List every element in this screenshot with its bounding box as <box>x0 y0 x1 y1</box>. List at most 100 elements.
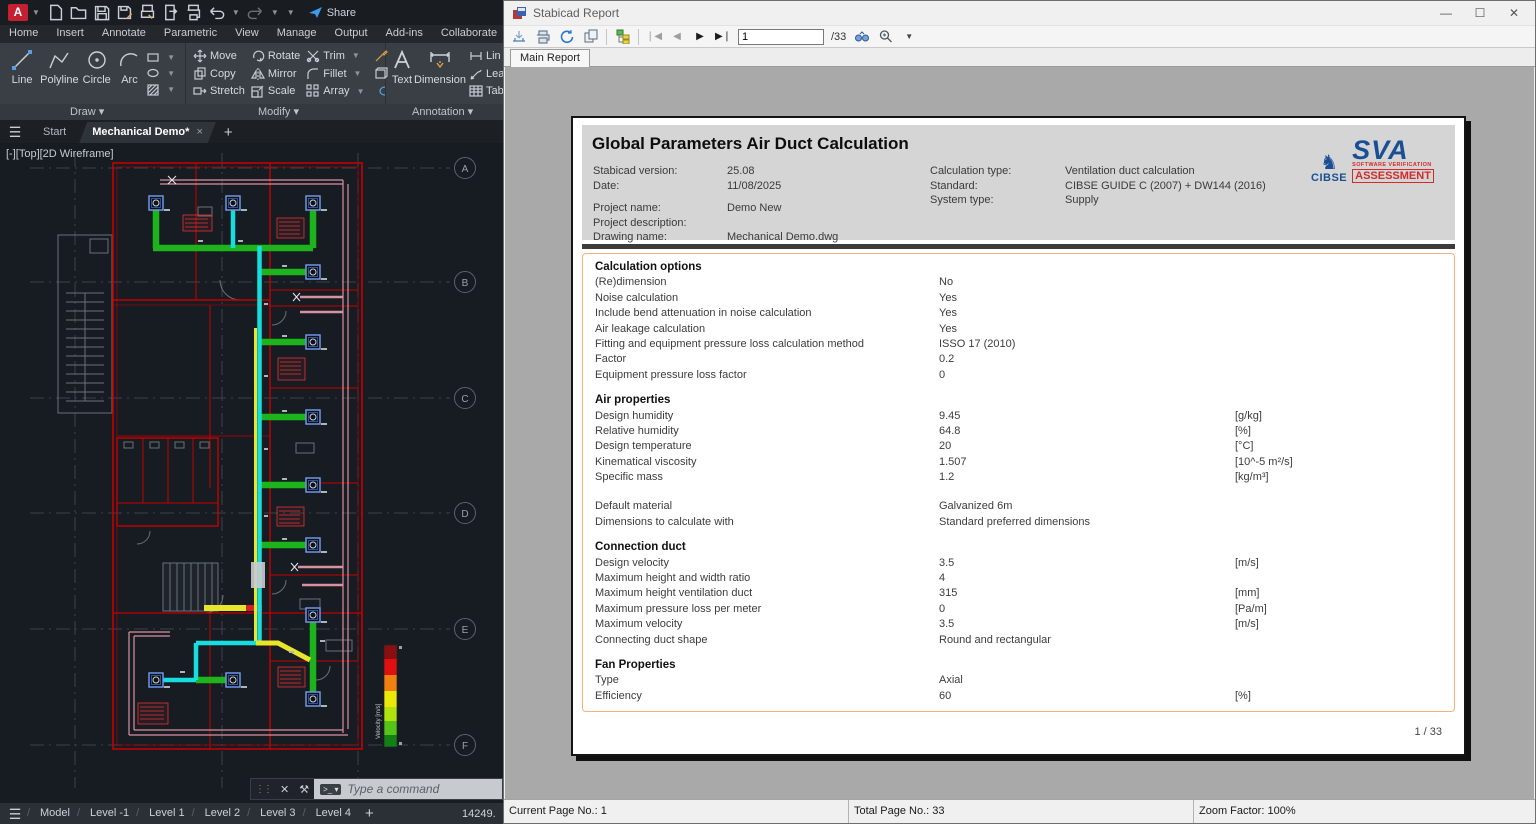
chevron-down-icon[interactable]: ▼ <box>32 8 40 17</box>
stretch-tool[interactable]: Stretch <box>193 82 245 100</box>
undo-icon[interactable] <box>207 5 226 21</box>
minimize-button[interactable]: — <box>1429 1 1463 25</box>
autocad-logo[interactable]: A <box>8 4 28 21</box>
layout-tab[interactable]: Model <box>30 803 80 824</box>
find-binoculars-icon[interactable] <box>853 29 870 45</box>
copy-tool[interactable]: Copy <box>193 65 245 83</box>
close-tab-icon[interactable]: × <box>196 126 202 138</box>
zoom-tool-icon[interactable] <box>877 29 894 45</box>
qat-customize-icon[interactable]: ▼ <box>287 8 295 17</box>
scale-tool[interactable]: Scale <box>251 82 300 100</box>
trim-tool[interactable]: Trim▼ <box>306 47 368 65</box>
annotation-panel-label[interactable]: Annotation ▾ <box>412 105 473 118</box>
arc-tool[interactable]: Arc <box>115 45 144 102</box>
air-diffuser <box>226 673 247 688</box>
ribbon-tab[interactable]: View <box>226 25 268 43</box>
prev-page-button[interactable]: ◀ <box>669 31 685 42</box>
command-input[interactable]: >_ ▾ Type a command <box>314 779 502 799</box>
rectangle-tool[interactable]: ▼ <box>146 49 179 65</box>
share-button[interactable]: Share <box>309 7 356 19</box>
new-layout-icon[interactable]: + <box>365 803 374 824</box>
screen: A ▼ ▼ ▼ ▼ Share HomeInsertAnnotateParame… <box>0 0 1536 824</box>
refresh-icon[interactable] <box>558 29 575 45</box>
text-tool[interactable]: Text <box>390 45 414 102</box>
hatch-tool[interactable]: ▼ <box>146 82 179 98</box>
svg-text:D: D <box>461 509 468 520</box>
legend-label: Velocity [m/s] <box>376 703 382 739</box>
meta-row: Calculation type:Ventilation duct calcul… <box>930 165 1266 180</box>
rotate-tool[interactable]: Rotate <box>251 47 300 65</box>
page-number-footer: 1 / 33 <box>1414 726 1442 738</box>
ellipse-tool[interactable]: ▼ <box>146 65 179 81</box>
printer-icon[interactable] <box>184 5 203 21</box>
dimension-tool[interactable]: Dimension <box>414 45 466 102</box>
linear-dimension-tool[interactable]: Lin <box>469 47 504 65</box>
modify-panel-label[interactable]: Modify ▾ <box>258 105 299 118</box>
svg-text:A: A <box>462 164 469 175</box>
next-page-button[interactable]: ▶ <box>692 31 708 42</box>
drag-handle-icon[interactable]: ⋮⋮ <box>251 784 275 795</box>
ribbon-tab[interactable]: Annotate <box>93 25 155 43</box>
file-tab-start[interactable]: Start <box>30 122 79 143</box>
maximize-button[interactable]: ☐ <box>1463 1 1497 25</box>
new-tab-icon[interactable]: + <box>224 122 233 143</box>
close-button[interactable]: ✕ <box>1497 1 1531 25</box>
redo-caret-icon[interactable]: ▼ <box>271 8 279 17</box>
line-tool[interactable]: Line <box>4 45 40 102</box>
undo-caret-icon[interactable]: ▼ <box>232 8 240 17</box>
ribbon-tab[interactable]: Output <box>326 25 377 43</box>
redo-icon[interactable] <box>246 5 265 21</box>
ribbon-tab[interactable]: Parametric <box>155 25 226 43</box>
status-menu-icon[interactable]: ☰ <box>0 803 30 824</box>
annotation-panel: Text Dimension Lin Lea Tab <box>386 43 510 104</box>
report-toolbar: ❘◀ ◀ ▶ ▶❘ /33 ▼ <box>504 25 1535 48</box>
group-tree-icon[interactable] <box>614 29 631 45</box>
command-prompt-icon[interactable]: >_ ▾ <box>320 784 341 795</box>
open-folder-icon[interactable] <box>69 5 88 21</box>
export-sheet-icon[interactable] <box>161 5 180 21</box>
viewport-controls[interactable]: [-][Top][2D Wireframe] <box>6 148 114 160</box>
draw-panel-label[interactable]: Draw ▾ <box>70 105 104 118</box>
report-titlebar[interactable]: Stabicad Report — ☐ ✕ <box>504 1 1535 25</box>
close-command-icon[interactable]: ✕ <box>275 783 294 796</box>
circle-tool[interactable]: Circle <box>79 45 115 102</box>
ribbon-tab[interactable]: Manage <box>268 25 326 43</box>
layout-tab[interactable]: Level 1 <box>139 803 194 824</box>
report-viewport[interactable]: Global Parameters Air Duct Calculation S… <box>505 67 1534 799</box>
file-tab-active[interactable]: Mechanical Demo*× <box>79 122 216 143</box>
plot-icon[interactable] <box>138 5 157 21</box>
tab-main-report[interactable]: Main Report <box>510 49 590 67</box>
page-number-input[interactable] <box>738 29 824 45</box>
move-tool[interactable]: Move <box>193 47 245 65</box>
menu-icon[interactable]: ☰ <box>0 121 30 143</box>
mirror-tool[interactable]: Mirror <box>251 65 300 83</box>
last-page-button[interactable]: ▶❘ <box>715 31 731 42</box>
layout-tab[interactable]: Level 3 <box>250 803 305 824</box>
ribbon-tab[interactable]: Insert <box>47 25 93 43</box>
ribbon-tab[interactable]: Collaborate <box>432 25 506 43</box>
new-file-icon[interactable] <box>46 5 65 21</box>
first-page-button[interactable]: ❘◀ <box>646 31 662 42</box>
fillet-tool[interactable]: Fillet▼ <box>306 65 368 83</box>
polyline-tool[interactable]: Polyline <box>40 45 79 102</box>
layout-tab[interactable]: Level -1 <box>80 803 139 824</box>
copy-icon[interactable] <box>582 29 599 45</box>
save-as-icon[interactable] <box>115 5 134 21</box>
print-report-icon[interactable] <box>534 29 551 45</box>
layout-tab[interactable]: Level 2 <box>195 803 250 824</box>
ribbon-tab[interactable]: Add-ins <box>377 25 432 43</box>
cad-canvas[interactable]: [-][Top][2D Wireframe] A B C D <box>0 143 510 803</box>
save-icon[interactable] <box>92 5 111 21</box>
zoom-caret-icon[interactable]: ▼ <box>905 32 913 41</box>
leader-tool[interactable]: Lea <box>469 65 504 83</box>
report-row: Maximum velocity3.5[m/s] <box>595 618 1442 633</box>
export-report-icon[interactable] <box>510 29 527 45</box>
ribbon-tab[interactable]: Home <box>0 25 47 43</box>
table-tool[interactable]: Tab <box>469 82 504 100</box>
page-title: Global Parameters Air Duct Calculation <box>592 134 909 154</box>
customize-wrench-icon[interactable]: ⚒ <box>294 783 314 796</box>
paper-plane-icon <box>309 7 323 19</box>
header-meta-right: Calculation type:Ventilation duct calcul… <box>930 165 1266 209</box>
array-tool[interactable]: Array▼ <box>306 82 368 100</box>
layout-tab[interactable]: Level 4 <box>306 803 361 824</box>
